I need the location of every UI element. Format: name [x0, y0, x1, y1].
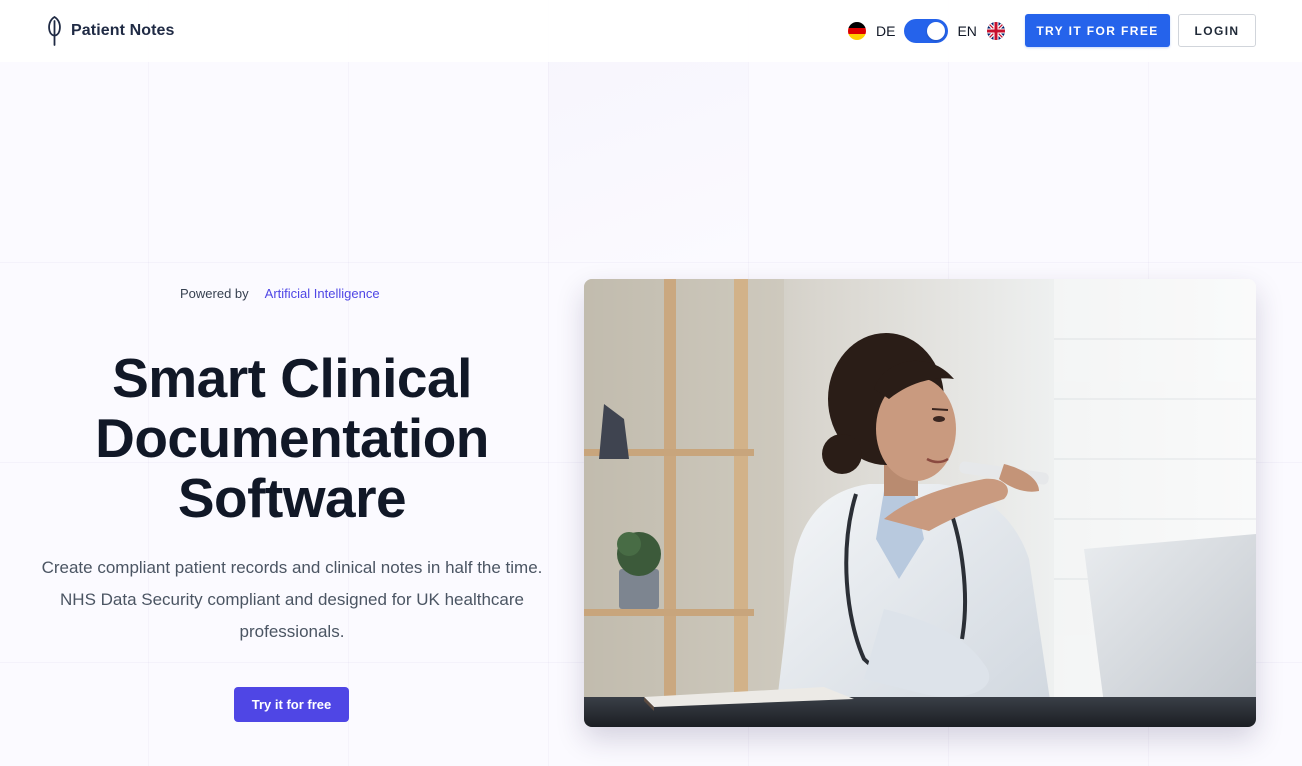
- language-switcher: DE EN: [848, 18, 1005, 44]
- logo[interactable]: Patient Notes: [46, 15, 175, 47]
- site-header: Patient Notes DE EN TRY IT FOR FREE LOGI: [0, 0, 1302, 62]
- landing-page: Patient Notes DE EN TRY IT FOR FREE LOGI: [0, 0, 1302, 766]
- toggle-knob: [927, 22, 946, 40]
- try-free-hero-button[interactable]: Try it for free: [234, 687, 349, 722]
- flag-uk-icon: [986, 22, 1005, 40]
- language-code-de[interactable]: DE: [876, 23, 895, 39]
- logo-text: Patient Notes: [71, 22, 175, 39]
- hero-title-line: Documentation: [95, 407, 489, 469]
- flag-germany-icon: [848, 22, 866, 40]
- login-button[interactable]: LOGIN: [1178, 14, 1256, 47]
- powered-by: Powered by Artificial Intelligence: [180, 286, 380, 301]
- try-free-header-button[interactable]: TRY IT FOR FREE: [1025, 14, 1170, 47]
- powered-by-highlight: Artificial Intelligence: [264, 286, 380, 301]
- quill-feather-icon: [48, 15, 61, 46]
- hero-title-line: Software: [177, 467, 407, 529]
- language-toggle[interactable]: [904, 19, 949, 43]
- hero-image: [584, 279, 1256, 727]
- doctor-photo-illustration: [584, 279, 1256, 727]
- hero-title-line: Smart Clinical: [112, 347, 472, 409]
- language-code-en[interactable]: EN: [957, 23, 976, 39]
- powered-by-label: Powered by: [180, 286, 249, 301]
- hero-title: Smart Clinical Documentation Software: [40, 348, 544, 528]
- grid-line: [0, 262, 1302, 263]
- hero-description: Create compliant patient records and cli…: [41, 558, 543, 641]
